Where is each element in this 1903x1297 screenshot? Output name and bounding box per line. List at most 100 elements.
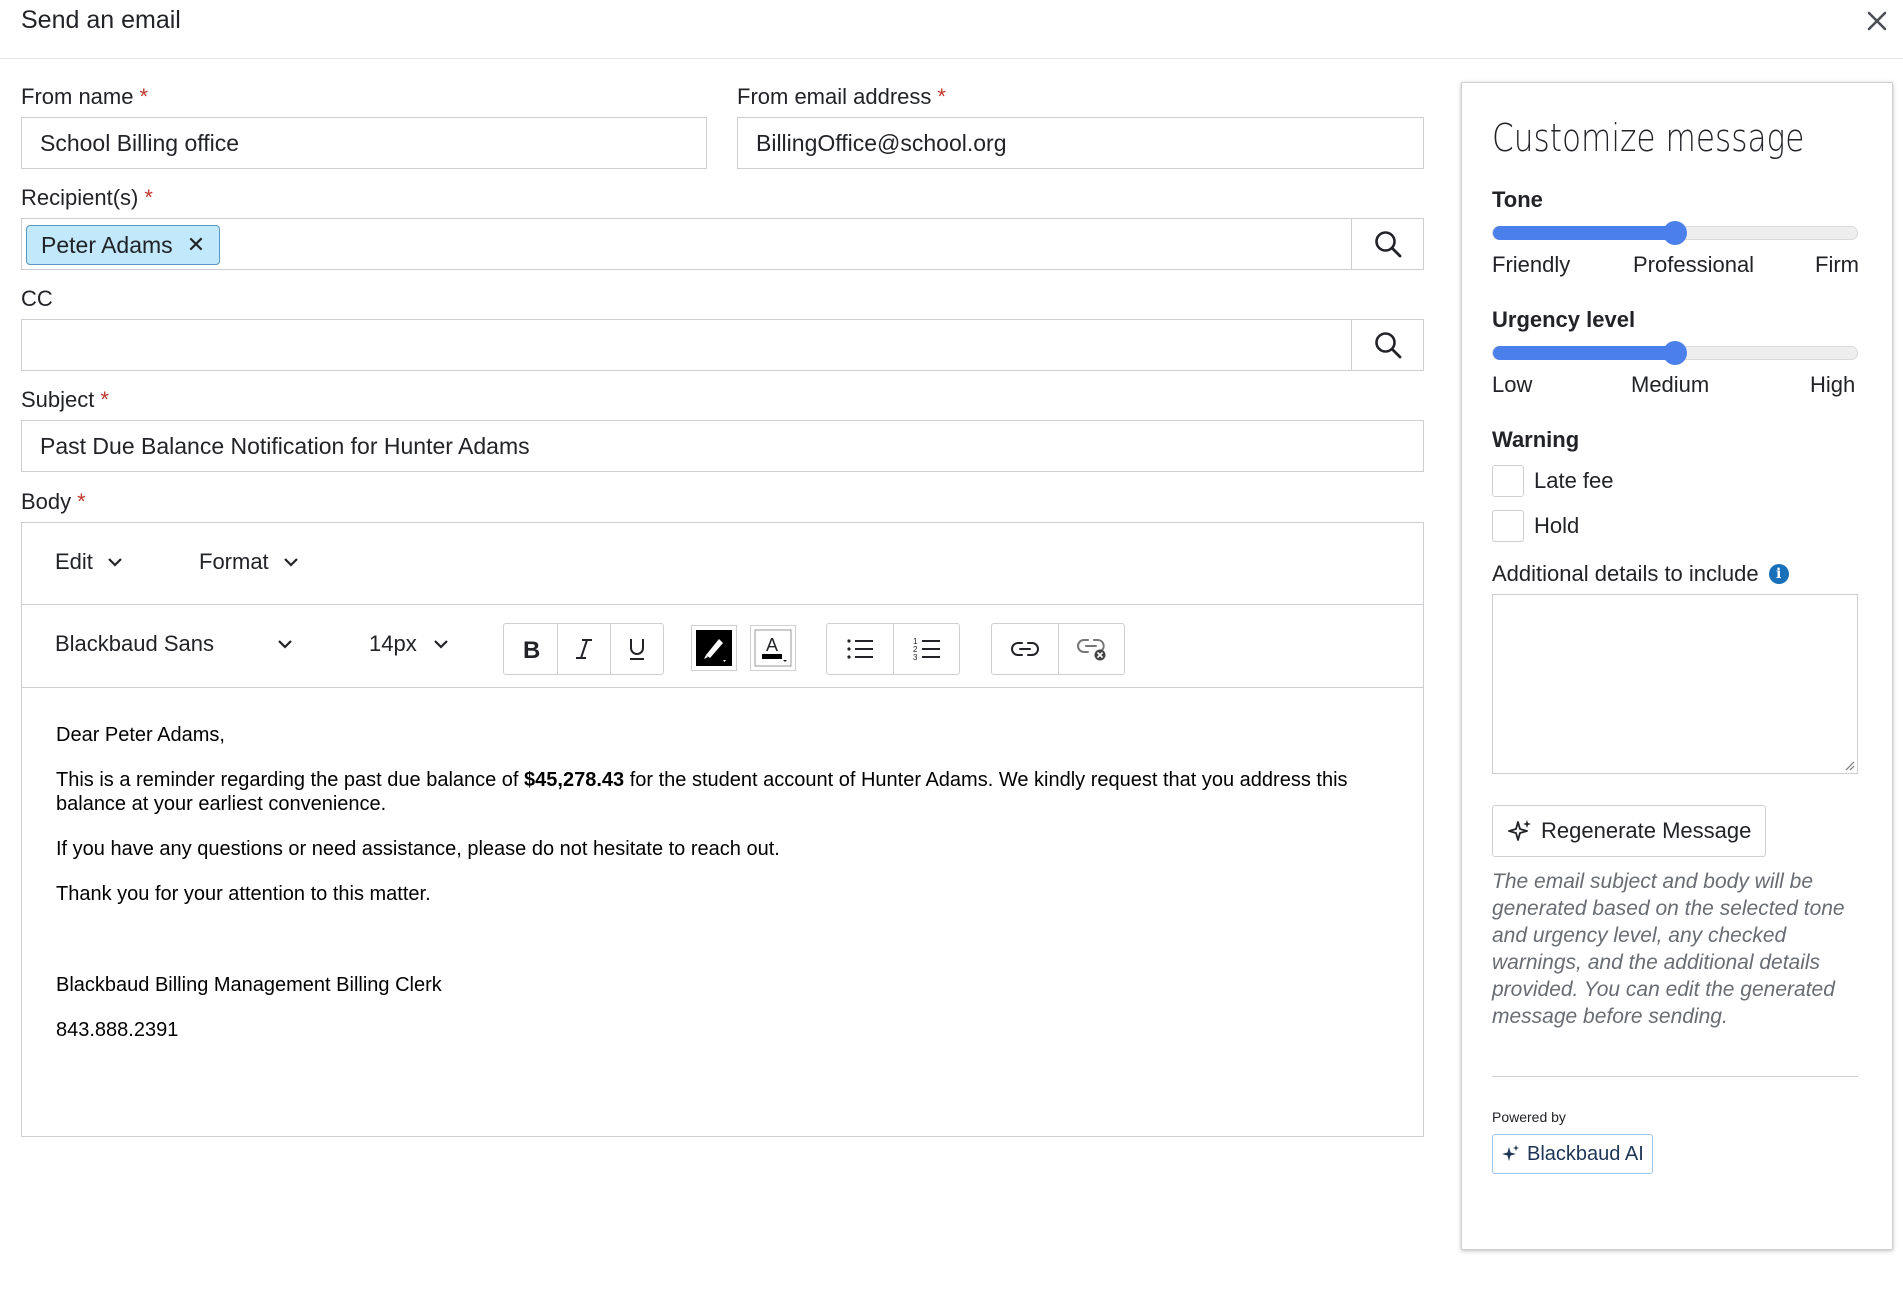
tone-tick-friendly: Friendly bbox=[1492, 252, 1571, 277]
blackbaud-ai-badge: Blackbaud AI bbox=[1492, 1134, 1653, 1174]
edit-menu[interactable]: Edit bbox=[55, 549, 123, 575]
text-style-group: B bbox=[503, 623, 664, 675]
highlight-color-button[interactable] bbox=[691, 625, 737, 671]
remove-link-button[interactable] bbox=[1058, 624, 1124, 674]
search-icon bbox=[1374, 231, 1401, 258]
details-label: Additional details to include i bbox=[1492, 561, 1789, 587]
thanks-paragraph: Thank you for your attention to this mat… bbox=[56, 883, 431, 905]
body-label: Body * bbox=[21, 489, 86, 514]
font-family-select[interactable]: Blackbaud Sans bbox=[55, 631, 293, 657]
recipient-chip: Peter Adams ✕ bbox=[26, 225, 221, 265]
urgency-tick-high: High bbox=[1810, 372, 1856, 397]
panel-divider bbox=[1492, 1076, 1858, 1077]
phone-text: 843.888.2391 bbox=[56, 1019, 179, 1041]
urgency-slider[interactable] bbox=[1492, 341, 1858, 365]
tone-label: Tone bbox=[1492, 187, 1543, 212]
recipient-chip-label: Peter Adams bbox=[41, 231, 173, 258]
text-color-icon: A bbox=[754, 629, 792, 667]
late-fee-option[interactable]: Late fee bbox=[1492, 465, 1614, 497]
balance-paragraph: This is a reminder regarding the past du… bbox=[56, 768, 1396, 816]
chevron-down-icon bbox=[108, 558, 122, 567]
tone-slider[interactable] bbox=[1492, 221, 1858, 245]
hold-label: Hold bbox=[1534, 513, 1580, 538]
urgency-slider-thumb[interactable] bbox=[1663, 341, 1687, 365]
warning-label: Warning bbox=[1492, 427, 1580, 452]
cc-label: CC bbox=[21, 286, 53, 311]
from-email-input[interactable]: BillingOffice@school.org bbox=[737, 117, 1424, 169]
italic-icon bbox=[576, 639, 592, 659]
balance-amount: $45,278.43 bbox=[524, 769, 625, 791]
svg-text:3: 3 bbox=[913, 653, 918, 662]
late-fee-checkbox[interactable] bbox=[1492, 465, 1524, 497]
required-marker: * bbox=[77, 489, 86, 514]
bold-icon: B bbox=[523, 637, 540, 661]
editor-toolbar: Blackbaud Sans 14px B A 1 2 3 bbox=[22, 605, 1423, 688]
body-editor: Edit Format Blackbaud Sans 14px B A 1 2 … bbox=[21, 522, 1424, 1137]
resize-handle-icon[interactable] bbox=[1843, 759, 1855, 771]
details-label-text: Additional details to include bbox=[1492, 561, 1759, 586]
panel-title: Customize message bbox=[1492, 116, 1805, 160]
cc-input[interactable] bbox=[21, 319, 1352, 371]
greeting-text: Dear Peter Adams, bbox=[56, 724, 225, 746]
from-name-input[interactable]: School Billing office bbox=[21, 117, 707, 169]
from-email-label: From email address * bbox=[737, 84, 946, 109]
urgency-tick-low: Low bbox=[1492, 372, 1533, 397]
urgency-label: Urgency level bbox=[1492, 307, 1636, 332]
list-group: 123 bbox=[826, 623, 960, 675]
required-marker: * bbox=[937, 84, 946, 109]
subject-input[interactable]: Past Due Balance Notification for Hunter… bbox=[21, 420, 1424, 472]
format-menu[interactable]: Format bbox=[199, 549, 299, 575]
sparkle-icon bbox=[1508, 820, 1531, 841]
hold-option[interactable]: Hold bbox=[1492, 510, 1579, 542]
regenerate-message-button[interactable]: Regenerate Message bbox=[1492, 805, 1767, 857]
dialog-header: Send an email bbox=[0, 0, 1903, 59]
cc-search-button[interactable] bbox=[1351, 319, 1424, 371]
late-fee-label: Late fee bbox=[1534, 468, 1614, 493]
remove-recipient-icon[interactable]: ✕ bbox=[187, 234, 205, 256]
color-group: A bbox=[691, 623, 796, 675]
bullet-list-button[interactable] bbox=[827, 624, 893, 674]
chevron-down-icon bbox=[434, 640, 448, 649]
recipients-search-button[interactable] bbox=[1351, 218, 1424, 270]
tone-slider-thumb[interactable] bbox=[1663, 221, 1687, 245]
numbered-list-button[interactable]: 123 bbox=[893, 624, 959, 674]
editor-menubar: Edit Format bbox=[22, 523, 1423, 605]
italic-button[interactable] bbox=[557, 624, 610, 674]
font-family-value: Blackbaud Sans bbox=[55, 631, 214, 656]
close-icon bbox=[1867, 11, 1887, 31]
details-textarea[interactable] bbox=[1492, 594, 1858, 774]
text-color-button[interactable]: A bbox=[750, 625, 796, 671]
bold-button[interactable]: B bbox=[504, 624, 557, 674]
required-marker: * bbox=[144, 185, 153, 210]
urgency-tick-medium: Medium bbox=[1631, 372, 1710, 397]
chevron-down-icon bbox=[283, 558, 298, 567]
powered-by-label: Powered by bbox=[1492, 1109, 1566, 1125]
tone-tick-firm: Firm bbox=[1815, 252, 1859, 277]
regenerate-label: Regenerate Message bbox=[1541, 818, 1752, 843]
link-icon bbox=[1011, 642, 1039, 656]
tone-slider-fill bbox=[1493, 226, 1675, 240]
sparkle-icon bbox=[1502, 1145, 1519, 1161]
required-marker: * bbox=[100, 387, 109, 412]
underline-button[interactable] bbox=[610, 624, 663, 674]
svg-text:B: B bbox=[523, 637, 540, 661]
insert-link-button[interactable] bbox=[992, 624, 1058, 674]
customize-panel: Customize message Tone Friendly Professi… bbox=[1461, 82, 1893, 1250]
font-size-select[interactable]: 14px bbox=[369, 631, 449, 657]
font-size-value: 14px bbox=[369, 631, 417, 656]
hold-checkbox[interactable] bbox=[1492, 510, 1524, 542]
email-body-content[interactable]: Dear Peter Adams, This is a reminder reg… bbox=[56, 723, 1396, 1063]
subject-label: Subject * bbox=[21, 387, 109, 412]
info-icon[interactable]: i bbox=[1768, 564, 1789, 584]
recipients-input[interactable] bbox=[21, 218, 1352, 270]
edit-menu-label: Edit bbox=[55, 549, 93, 574]
numbered-list-icon: 123 bbox=[913, 637, 940, 662]
close-button[interactable] bbox=[1862, 6, 1892, 36]
blackbaud-ai-label: Blackbaud AI bbox=[1527, 1142, 1644, 1165]
urgency-slider-fill bbox=[1493, 346, 1675, 360]
assistance-paragraph: If you have any questions or need assist… bbox=[56, 838, 780, 860]
unlink-icon bbox=[1076, 639, 1105, 661]
format-menu-label: Format bbox=[199, 549, 269, 574]
bullet-list-icon bbox=[847, 639, 873, 659]
required-marker: * bbox=[139, 84, 149, 109]
